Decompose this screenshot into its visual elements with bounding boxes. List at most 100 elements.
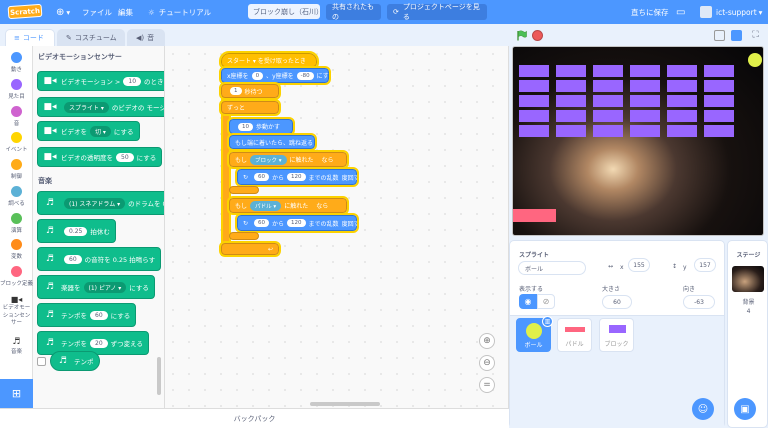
zoom-reset-button[interactable]: = xyxy=(479,377,495,393)
category-music[interactable]: ♬ 音楽 xyxy=(0,337,33,355)
category-sound[interactable]: 音 xyxy=(0,106,33,127)
category-sensing[interactable]: 調べる xyxy=(0,186,33,207)
block-input[interactable]: 60 xyxy=(254,173,270,181)
ball-sprite[interactable] xyxy=(748,53,762,67)
category-operators[interactable]: 演算 xyxy=(0,213,33,234)
y-input[interactable]: 157 xyxy=(694,258,716,272)
category-looks[interactable]: 見た目 xyxy=(0,79,33,100)
shared-button[interactable]: 共有されたもの xyxy=(326,3,381,21)
sprite-thumb-ball[interactable]: ボール ▥ xyxy=(516,316,553,352)
zoom-out-button[interactable]: ⊖ xyxy=(479,355,495,371)
palette-block-video-transparency[interactable]: ■◂ ビデオの透明度を 50 にする xyxy=(37,147,163,167)
category-events[interactable]: イベント xyxy=(0,132,33,153)
tab-code[interactable]: ≡ コード xyxy=(5,29,55,46)
block-input[interactable]: 120 xyxy=(287,173,306,181)
palette-block-video-toggle[interactable]: ■◂ ビデオを 切 ▾ にする xyxy=(37,121,140,141)
block-input[interactable]: 50 xyxy=(116,152,134,162)
tempo-monitor-checkbox[interactable] xyxy=(37,357,46,366)
script-workspace[interactable]: スタート ▾ を受け取ったとき x座標を 0 、y座標を -80 にする 1 秒… xyxy=(165,46,509,408)
sprite-thumb-paddle[interactable]: パドル xyxy=(557,318,592,352)
file-menu[interactable]: ファイル xyxy=(82,0,112,24)
script-hat-block[interactable]: スタート ▾ を受け取ったとき xyxy=(219,51,319,69)
block-input[interactable]: 10 xyxy=(238,122,253,131)
script-move-block[interactable]: 10 歩動かす xyxy=(227,117,295,136)
block-dropdown[interactable]: パドル ▾ xyxy=(250,200,282,211)
project-title-input[interactable]: ブロック崩し（石川） xyxy=(248,4,323,19)
script-forever-block[interactable]: ずっと xyxy=(219,99,281,116)
category-variables[interactable]: 変数 xyxy=(0,239,33,260)
zoom-in-button[interactable]: ⊕ xyxy=(479,333,495,349)
script-turn-block-1[interactable]: ↻ 60 から 120 までの乱数 度回す xyxy=(235,167,360,187)
script-turn-block-2[interactable]: ↻ 60 から 120 までの乱数 度回す xyxy=(235,213,360,233)
paddle-sprite[interactable] xyxy=(513,209,556,222)
category-label: 音 xyxy=(13,121,20,127)
script-goto-block[interactable]: x座標を 0 、y座標を -80 にする xyxy=(219,66,335,85)
block-input[interactable]: 60 xyxy=(64,254,82,264)
block-dropdown[interactable]: (1) ピアノ ▾ xyxy=(83,281,127,293)
tab-sounds[interactable]: ◀) 音 xyxy=(127,29,165,46)
direction-input[interactable]: -63 xyxy=(683,295,715,309)
tab-costumes[interactable]: ✎ コスチューム xyxy=(57,29,125,46)
fullscreen-icon[interactable]: ⛶ xyxy=(750,30,761,41)
block-input[interactable]: 10 xyxy=(123,76,142,86)
sprite-thumb-block[interactable]: ブロック xyxy=(599,318,634,352)
show-sprite-button[interactable]: ◉ xyxy=(519,294,537,309)
save-now-button[interactable]: 直ちに保存 xyxy=(631,0,669,24)
block-dropdown[interactable]: ブロック ▾ xyxy=(250,154,287,165)
palette-scrollbar[interactable] xyxy=(157,357,161,395)
large-stage-icon[interactable] xyxy=(731,30,742,41)
block-dropdown[interactable]: スプライト ▾ xyxy=(64,101,109,113)
script-bounce-block[interactable]: もし端に着いたら、跳ね返る xyxy=(227,133,317,151)
add-extension-button[interactable]: ⊞ xyxy=(0,379,33,408)
add-sprite-button[interactable]: ☺ xyxy=(692,398,714,420)
block-dropdown[interactable]: 切 ▾ xyxy=(90,125,111,137)
x-input[interactable]: 155 xyxy=(628,258,650,272)
sprite-name-input[interactable]: ボール xyxy=(518,261,586,275)
category-dot xyxy=(11,79,22,90)
scratch-logo[interactable]: Scratch xyxy=(7,3,43,20)
category-video-sensing[interactable]: ■◂ ビデオモーションセンサー xyxy=(0,295,33,327)
palette-block-video-motion-hat[interactable]: ■◂ ビデオモーション > 10 のとき xyxy=(37,71,164,91)
delete-sprite-button[interactable]: ▥ xyxy=(542,316,553,327)
language-menu[interactable]: ⊕ ▾ xyxy=(56,0,70,24)
backpack[interactable]: バックパック xyxy=(0,408,509,428)
size-input[interactable]: 60 xyxy=(602,295,632,309)
stop-icon[interactable] xyxy=(532,30,543,41)
palette-block-video-motion-reporter[interactable]: ■◂ スプライト ▾ のビデオの モーション xyxy=(37,97,164,117)
stage-canvas[interactable] xyxy=(512,46,764,236)
green-flag-icon[interactable] xyxy=(516,30,527,41)
block-input[interactable]: 1 xyxy=(230,87,242,95)
script-if-block-2[interactable]: もし パドル ▾ に触れた なら xyxy=(227,196,349,215)
tutorial-menu[interactable]: ☼ チュートリアル xyxy=(148,0,211,24)
edit-menu[interactable]: 編集 xyxy=(118,0,133,24)
folder-icon[interactable]: ▭ xyxy=(676,0,685,24)
block-text: にする xyxy=(110,312,131,320)
palette-block-play-note[interactable]: ♬ 60 の音符を 0.25 拍鳴らす xyxy=(37,247,162,271)
block-input[interactable]: 0.25 xyxy=(64,226,88,236)
workspace-scrollbar[interactable] xyxy=(310,402,380,406)
category-motion[interactable]: 動き xyxy=(0,52,33,73)
brick xyxy=(667,110,697,122)
add-backdrop-button[interactable]: ▣ xyxy=(734,398,756,420)
brick xyxy=(556,110,586,122)
block-input[interactable]: 120 xyxy=(287,219,306,227)
palette-block-set-instrument[interactable]: ♬ 楽器を (1) ピアノ ▾ にする xyxy=(37,275,155,299)
script-if-block-1[interactable]: もし ブロック ▾ に触れた なら xyxy=(227,150,349,169)
script-wait-block[interactable]: 1 秒待つ xyxy=(219,82,281,100)
project-page-button[interactable]: ⟳ プロジェクトページを見る xyxy=(387,3,487,21)
palette-block-set-tempo[interactable]: ♬ テンポを 60 にする xyxy=(37,303,137,327)
hide-sprite-button[interactable]: ⊘ xyxy=(537,294,555,309)
category-my-blocks[interactable]: ブロック定義 xyxy=(0,266,33,287)
block-input[interactable]: 20 xyxy=(90,338,108,348)
block-input[interactable]: -80 xyxy=(296,71,314,80)
block-dropdown[interactable]: (1) スネアドラム ▾ xyxy=(64,197,126,209)
block-input[interactable]: 60 xyxy=(254,219,270,227)
account-menu[interactable]: ict-support ▾ xyxy=(700,0,762,24)
category-control[interactable]: 制御 xyxy=(0,159,33,180)
block-input[interactable]: 60 xyxy=(90,310,108,320)
block-input[interactable]: 0 xyxy=(251,71,264,80)
palette-block-tempo-reporter[interactable]: ♬ テンポ xyxy=(50,351,100,371)
palette-block-play-drum[interactable]: ♬ (1) スネアドラム ▾ のドラムを 0.25 xyxy=(37,191,164,215)
palette-block-rest[interactable]: ♬ 0.25 拍休む xyxy=(37,219,116,243)
small-stage-icon[interactable] xyxy=(714,30,725,41)
